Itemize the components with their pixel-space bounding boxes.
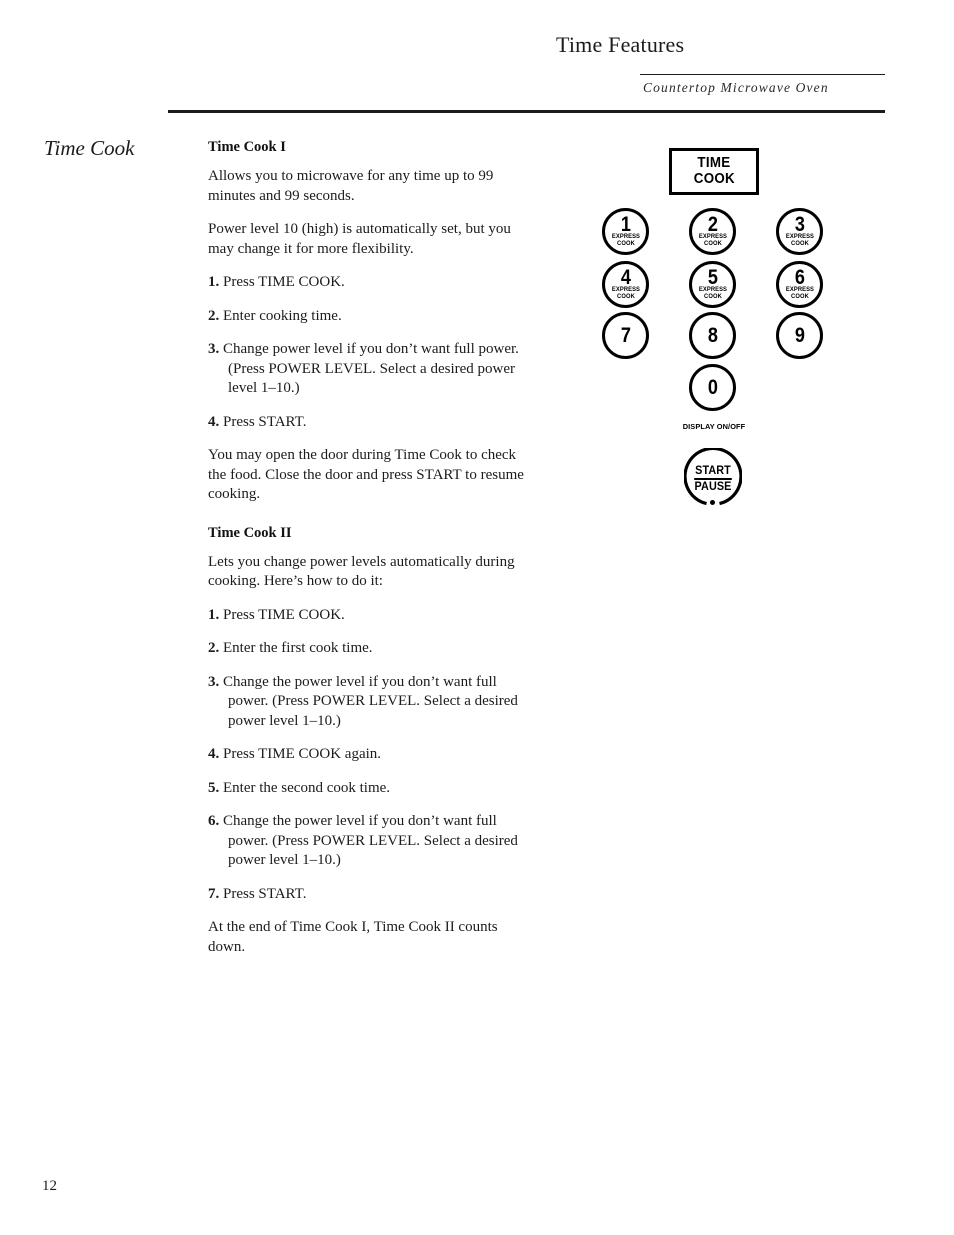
express-cook-sublabel: EXPRESS COOK (611, 287, 639, 300)
step-number: 5. (208, 779, 220, 796)
express-cook-sublabel: EXPRESS COOK (785, 287, 813, 300)
numbered-step: 7. Press START. (208, 885, 538, 905)
step-text: Press TIME COOK. (223, 274, 345, 291)
express-cook-sublabel: EXPRESS COOK (785, 234, 813, 247)
number-key-1[interactable]: 1 EXPRESS COOK (602, 208, 649, 255)
express-cook-sublabel-line2: COOK (616, 292, 635, 300)
number-key-digit: 8 (707, 323, 718, 347)
numbered-step: 1. Press TIME COOK. (208, 606, 538, 626)
numbered-step: 3. Change the power level if you don’t w… (208, 673, 538, 732)
step-number: 3. (208, 673, 220, 690)
start-pause-indicator-dot (710, 500, 715, 505)
step-number: 1. (208, 274, 220, 291)
numbered-step: 5. Enter the second cook time. (208, 779, 538, 799)
step-text: Enter the second cook time. (223, 779, 391, 796)
step-number: 6. (208, 813, 220, 830)
step-text: Press START. (223, 413, 307, 430)
express-cook-sublabel: EXPRESS COOK (698, 234, 726, 247)
number-key-digit: 3 (794, 212, 805, 236)
express-cook-sublabel-line2: COOK (790, 292, 809, 300)
display-on-off-caption: DISPLAY ON/OFF (682, 422, 746, 431)
step-number: 2. (208, 307, 220, 324)
number-key-digit: 6 (794, 265, 805, 289)
express-cook-sublabel: EXPRESS COOK (698, 287, 726, 300)
header-subtitle: Countertop Microwave Oven (643, 80, 829, 95)
number-key-digit: 9 (794, 323, 805, 347)
step-text: Change power level if you don’t want ful… (223, 341, 519, 397)
step-number: 7. (208, 885, 220, 902)
numbered-step: 4. Press START. (208, 413, 538, 433)
step-text: Change the power level if you don’t want… (223, 673, 518, 729)
numbered-step: 2. Enter the first cook time. (208, 639, 538, 659)
number-key-8[interactable]: 8 (689, 312, 736, 359)
microwave-keypad-diagram: TIME COOK DISPLAY ON/OFF START PAUSE 1 EX… (588, 140, 848, 520)
number-key-4[interactable]: 4 EXPRESS COOK (602, 261, 649, 308)
body-paragraph: You may open the door during Time Cook t… (208, 447, 524, 503)
number-key-digit: 4 (620, 265, 631, 289)
step-number: 3. (208, 341, 220, 358)
numbered-step: 2. Enter cooking time. (208, 307, 538, 327)
body-paragraph: At the end of Time Cook I, Time Cook II … (208, 919, 498, 955)
step-text: Press TIME COOK again. (223, 746, 382, 763)
step-number: 2. (208, 640, 220, 657)
step-number: 4. (208, 413, 220, 430)
number-key-3[interactable]: 3 EXPRESS COOK (776, 208, 823, 255)
start-pause-label: START PAUSE (684, 461, 742, 494)
body-content-column: Time Cook I Allows you to microwave for a… (208, 138, 538, 971)
step-number: 4. (208, 746, 220, 763)
time-cook-key-line1: TIME (697, 154, 731, 171)
number-key-digit: 5 (707, 265, 718, 289)
time-cook-key-line2: COOK (693, 170, 735, 187)
number-key-9[interactable]: 9 (776, 312, 823, 359)
number-key-digit: 0 (707, 375, 718, 399)
step-text: Press TIME COOK. (223, 606, 345, 623)
header-thick-divider (168, 110, 885, 113)
step-text: Enter cooking time. (223, 307, 342, 324)
express-cook-sublabel-line2: COOK (703, 292, 722, 300)
page-title: Time Features (556, 32, 685, 57)
page-number: 12 (42, 1178, 57, 1194)
number-key-digit: 2 (707, 212, 718, 236)
section-heading: Time Cook (44, 136, 135, 160)
numbered-step: 3. Change power level if you don’t want … (208, 340, 538, 399)
body-subheading: Time Cook II (208, 524, 292, 541)
body-paragraph: Power level 10 (high) is automatically s… (208, 221, 511, 257)
numbered-step: 4. Press TIME COOK again. (208, 745, 538, 765)
start-pause-key[interactable]: START PAUSE (684, 448, 742, 506)
body-paragraph: Allows you to microwave for any time up … (208, 168, 494, 204)
step-text: Press START. (223, 885, 307, 902)
express-cook-sublabel-line2: COOK (616, 239, 635, 247)
numbered-step: 6. Change the power level if you don’t w… (208, 812, 538, 871)
number-key-digit: 7 (620, 323, 631, 347)
step-number: 1. (208, 606, 220, 623)
page-header: Time Features Countertop Microwave Oven (0, 0, 954, 120)
body-paragraph: Lets you change power levels automatical… (208, 553, 515, 590)
express-cook-sublabel-line2: COOK (790, 239, 809, 247)
number-key-6[interactable]: 6 EXPRESS COOK (776, 261, 823, 308)
number-key-0[interactable]: 0 (689, 364, 736, 411)
number-key-5[interactable]: 5 EXPRESS COOK (689, 261, 736, 308)
express-cook-sublabel-line2: COOK (703, 239, 722, 247)
start-pause-line2: PAUSE (694, 480, 732, 493)
number-key-7[interactable]: 7 (602, 312, 649, 359)
header-thin-divider (640, 74, 885, 75)
numbered-step: 1. Press TIME COOK. (208, 273, 538, 293)
time-cook-key[interactable]: TIME COOK (669, 148, 759, 195)
express-cook-sublabel: EXPRESS COOK (611, 234, 639, 247)
step-text: Change the power level if you don’t want… (223, 813, 518, 869)
body-subheading: Time Cook I (208, 139, 286, 155)
number-key-2[interactable]: 2 EXPRESS COOK (689, 208, 736, 255)
number-key-digit: 1 (620, 212, 631, 236)
step-text: Enter the first cook time. (223, 640, 373, 657)
start-pause-line1: START (694, 465, 732, 480)
